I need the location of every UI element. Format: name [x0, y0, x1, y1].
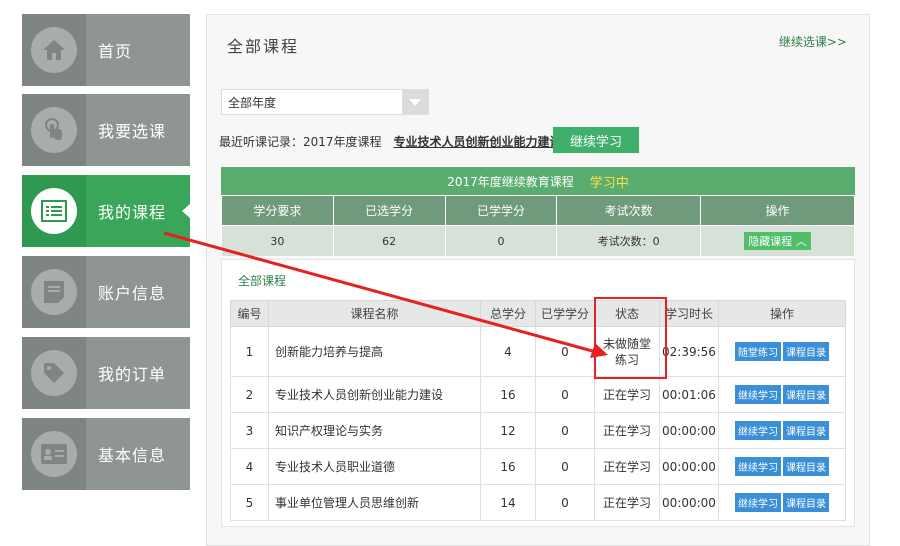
col-header: 编号: [230, 300, 269, 327]
year-select[interactable]: 全部年度: [221, 89, 429, 115]
summary-table: 2017年度继续教育课程 学习中 学分要求 已选学分 已学学分 考试次数 操作 …: [221, 167, 855, 257]
summary-col-header: 已学学分: [444, 195, 558, 226]
summary-col-header: 已选学分: [332, 195, 446, 226]
col-header: 总学分: [480, 300, 536, 327]
continue-course-button[interactable]: 继续学习: [735, 385, 781, 404]
course-name: 事业单位管理人员思维创新: [268, 484, 481, 521]
summary-col-header: 考试次数: [556, 195, 702, 226]
summary-header: 2017年度继续教育课程 学习中: [221, 167, 855, 195]
document-icon: [31, 269, 77, 315]
sidebar-item-basic-info[interactable]: 基本信息: [22, 418, 190, 490]
course-credit: 12: [480, 412, 536, 449]
course-time: 00:00:00: [659, 448, 719, 485]
sidebar-item-label: 首页: [98, 42, 133, 61]
course-name: 专业技术人员创新创业能力建设: [268, 376, 481, 413]
table-row: 2 专业技术人员创新创业能力建设 16 0 正在学习 00:01:06 继续学习…: [230, 376, 846, 413]
continue-course-button[interactable]: 继续学习: [735, 493, 781, 512]
table-row: 4 专业技术人员职业道德 16 0 正在学习 00:00:00 继续学习 课程目录: [230, 448, 846, 485]
course-time: 00:00:00: [659, 484, 719, 521]
course-name: 创新能力培养与提高: [268, 326, 481, 377]
course-status: 正在学习: [594, 412, 660, 449]
col-header: 课程名称: [268, 300, 481, 327]
course-time: 00:01:06: [659, 376, 719, 413]
home-icon: [31, 27, 77, 73]
catalog-button[interactable]: 课程目录: [783, 342, 829, 361]
col-header: 学习时长: [659, 300, 719, 327]
course-time: 00:00:00: [659, 412, 719, 449]
table-row: 3 知识产权理论与实务 12 0 正在学习 00:00:00 继续学习 课程目录: [230, 412, 846, 449]
sidebar-item-label: 我要选课: [98, 122, 167, 141]
course-status: 正在学习: [594, 376, 660, 413]
table-row: 1 创新能力培养与提高 4 0 未做随堂练习 02:39:56 随堂练习 课程目录: [230, 326, 846, 377]
course-list-panel: 全部课程 编号 课程名称 总学分 已学学分 状态 学习时长 操作 1 创新能力培…: [221, 259, 855, 527]
course-name: 知识产权理论与实务: [268, 412, 481, 449]
main-panel: 全部课程 继续选课>> 全部年度 最近听课记录：2017年度课程 专业技术人员创…: [206, 14, 870, 546]
catalog-button[interactable]: 课程目录: [783, 385, 829, 404]
recent-record: 最近听课记录：2017年度课程 专业技术人员创新创业能力建设 继续学习: [219, 127, 639, 153]
course-learned: 0: [535, 448, 595, 485]
recent-course-link[interactable]: 专业技术人员创新创业能力建设: [394, 133, 562, 150]
tab-all-courses[interactable]: 全部课程: [238, 272, 286, 289]
course-no: 5: [230, 484, 269, 521]
touch-icon: [31, 107, 77, 153]
sidebar-item-orders[interactable]: 我的订单: [22, 337, 190, 409]
sidebar-item-account[interactable]: 账户信息: [22, 256, 190, 328]
course-table: 编号 课程名称 总学分 已学学分 状态 学习时长 操作 1 创新能力培养与提高 …: [230, 300, 846, 521]
sidebar-item-label: 账户信息: [98, 284, 167, 303]
continue-course-button[interactable]: 继续学习: [735, 457, 781, 476]
sidebar-item-home[interactable]: 首页: [22, 14, 190, 86]
sidebar-item-label: 基本信息: [98, 446, 167, 465]
annotation-highlight-box: [594, 297, 667, 379]
course-no: 2: [230, 376, 269, 413]
col-header: 操作: [718, 300, 846, 327]
chevron-down-icon[interactable]: [402, 90, 428, 114]
catalog-button[interactable]: 课程目录: [783, 457, 829, 476]
course-credit: 16: [480, 376, 536, 413]
summary-col-header: 学分要求: [221, 195, 334, 226]
learned-credits: 0: [444, 225, 558, 257]
practice-button[interactable]: 随堂练习: [735, 342, 781, 361]
sidebar-item-select-course[interactable]: 我要选课: [22, 94, 190, 166]
col-header: 已学学分: [535, 300, 595, 327]
course-learned: 0: [535, 326, 595, 377]
sidebar-item-label: 我的订单: [98, 365, 167, 384]
course-no: 1: [230, 326, 269, 377]
course-learned: 0: [535, 376, 595, 413]
continue-learning-button[interactable]: 继续学习: [553, 127, 639, 153]
hide-courses-button[interactable]: 隐藏课程 ︿: [744, 232, 811, 250]
id-card-icon: [31, 431, 77, 477]
course-credit: 16: [480, 448, 536, 485]
exam-count: 考试次数：0: [556, 225, 702, 257]
course-time: 02:39:56: [659, 326, 719, 377]
recent-label: 最近听课记录：2017年度课程: [219, 135, 382, 149]
continue-course-button[interactable]: 继续学习: [735, 421, 781, 440]
course-no: 4: [230, 448, 269, 485]
selected-credits: 62: [332, 225, 446, 257]
status-badge: 学习中: [589, 175, 629, 191]
page-title: 全部课程: [227, 37, 300, 56]
course-learned: 0: [535, 412, 595, 449]
course-learned: 0: [535, 484, 595, 521]
list-icon: [31, 188, 77, 234]
catalog-button[interactable]: 课程目录: [783, 421, 829, 440]
program-title: 2017年度继续教育课程: [447, 174, 574, 189]
course-credit: 4: [480, 326, 536, 377]
course-status: 正在学习: [594, 484, 660, 521]
course-no: 3: [230, 412, 269, 449]
sidebar-item-my-courses[interactable]: 我的课程: [22, 175, 191, 247]
summary-col-header: 操作: [700, 195, 855, 226]
year-select-value: 全部年度: [228, 95, 277, 110]
course-status: 正在学习: [594, 448, 660, 485]
course-name: 专业技术人员职业道德: [268, 448, 481, 485]
table-row: 5 事业单位管理人员思维创新 14 0 正在学习 00:00:00 继续学习 课程…: [230, 484, 846, 521]
catalog-button[interactable]: 课程目录: [783, 493, 829, 512]
required-credits: 30: [221, 225, 334, 257]
continue-select-link[interactable]: 继续选课>>: [779, 33, 847, 50]
sidebar-item-label: 我的课程: [98, 203, 167, 222]
tag-icon: [31, 350, 77, 396]
course-credit: 14: [480, 484, 536, 521]
